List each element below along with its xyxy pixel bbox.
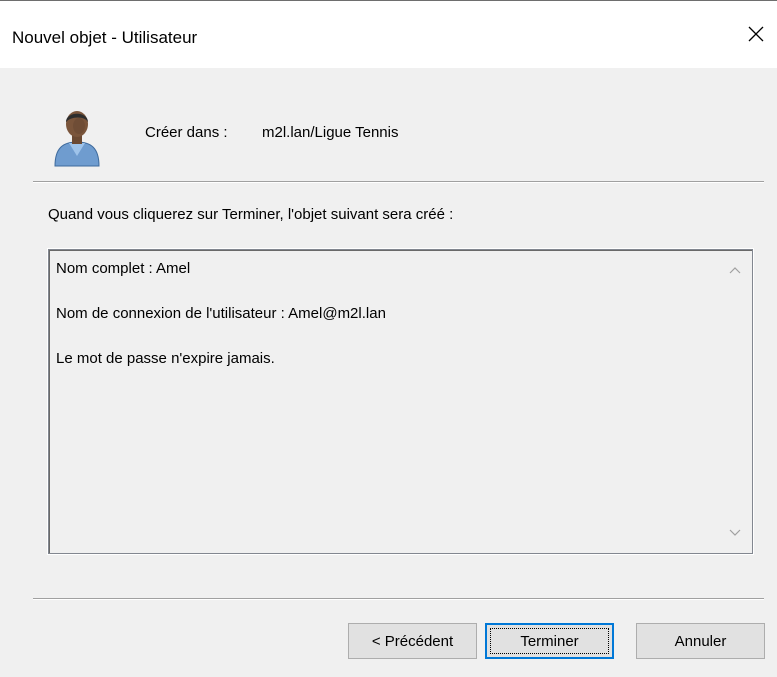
separator-bottom (33, 598, 764, 600)
close-button[interactable] (735, 13, 777, 55)
summary-lines: Nom complet : Amel Nom de connexion de l… (56, 259, 386, 394)
previous-button[interactable]: < Précédent (348, 623, 477, 659)
create-in-header: Créer dans : m2l.lan/Ligue Tennis (0, 68, 777, 183)
chevron-down-icon (729, 529, 741, 536)
cancel-button[interactable]: Annuler (636, 623, 765, 659)
cancel-button-label: Annuler (674, 632, 727, 650)
close-icon (748, 26, 764, 42)
summary-line-full-name: Nom complet : Amel (56, 260, 191, 277)
create-in-label: Créer dans : (145, 124, 228, 141)
summary-textbox[interactable]: Nom complet : Amel Nom de connexion de l… (47, 248, 754, 555)
finish-button-label: Terminer (520, 632, 579, 650)
summary-line-password-policy: Le mot de passe n'expire jamais. (56, 350, 275, 367)
scroll-down-button[interactable] (718, 518, 752, 548)
title-bar: Nouvel objet - Utilisateur (0, 0, 777, 68)
create-in-path: m2l.lan/Ligue Tennis (262, 124, 399, 141)
vertical-scrollbar[interactable] (718, 250, 752, 553)
window-title: Nouvel objet - Utilisateur (12, 28, 198, 47)
user-icon (54, 111, 100, 167)
chevron-up-icon (729, 267, 741, 274)
previous-button-label: < Précédent (371, 632, 454, 650)
intro-text: Quand vous cliquerez sur Terminer, l'obj… (48, 206, 454, 223)
separator-top (33, 181, 764, 183)
summary-line-logon-name: Nom de connexion de l'utilisateur : Amel… (56, 305, 386, 322)
finish-button[interactable]: Terminer (485, 623, 614, 659)
scroll-up-button[interactable] (718, 255, 752, 285)
new-user-dialog: Nouvel objet - Utilisateur Créer dans : … (0, 0, 777, 677)
